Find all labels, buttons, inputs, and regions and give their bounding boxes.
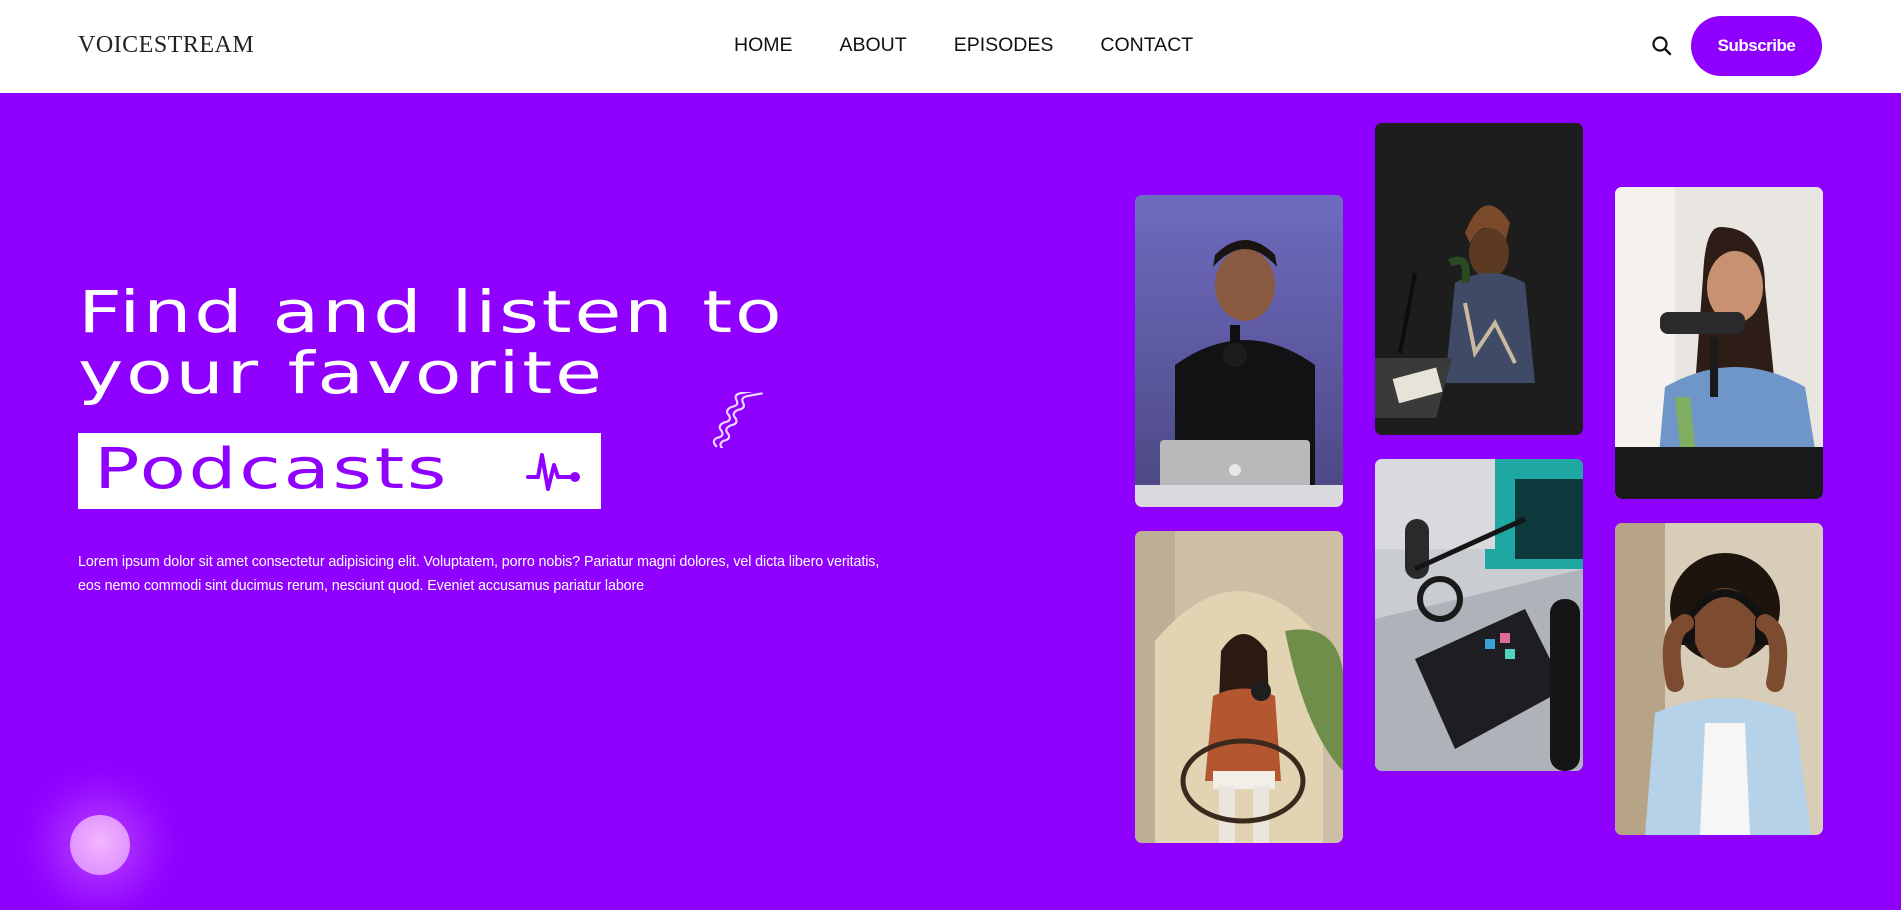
podcasts-highlight: Podcasts — [78, 433, 601, 509]
audio-mixer-photo — [1375, 459, 1583, 771]
nav-link-about[interactable]: ABOUT — [840, 34, 907, 57]
floating-glow-button[interactable] — [70, 815, 130, 875]
main-nav: HOME ABOUT EPISODES CONTACT — [734, 34, 1193, 57]
nav-link-contact[interactable]: CONTACT — [1100, 34, 1193, 57]
subscribe-button[interactable]: Subscribe — [1691, 16, 1822, 76]
woman-microphone-smiling-photo — [1615, 187, 1823, 499]
top-navbar: VOICESTREAM HOME ABOUT EPISODES CONTACT … — [0, 0, 1901, 93]
hero-description: Lorem ipsum dolor sit amet consectetur a… — [78, 554, 880, 594]
woman-headphones-listening-photo — [1615, 523, 1823, 835]
hero-heading: Find and listen to your favorite — [78, 282, 784, 404]
podcasts-word: Podcasts — [94, 437, 450, 502]
search-icon[interactable] — [1648, 32, 1676, 60]
woman-headphones-desk-photo — [1375, 123, 1583, 435]
hero-heading-line1: Find and listen to — [78, 278, 785, 346]
hero-heading-line2: your favorite — [78, 339, 605, 407]
woman-chair-microphone-photo — [1135, 531, 1343, 843]
podcaster-laptop-photo — [1135, 195, 1343, 507]
heartbeat-icon — [526, 453, 580, 491]
brand-logo[interactable]: VOICESTREAM — [78, 32, 254, 59]
squiggle-decoration-icon — [712, 392, 763, 448]
nav-link-episodes[interactable]: EPISODES — [954, 34, 1054, 57]
nav-link-home[interactable]: HOME — [734, 34, 793, 57]
